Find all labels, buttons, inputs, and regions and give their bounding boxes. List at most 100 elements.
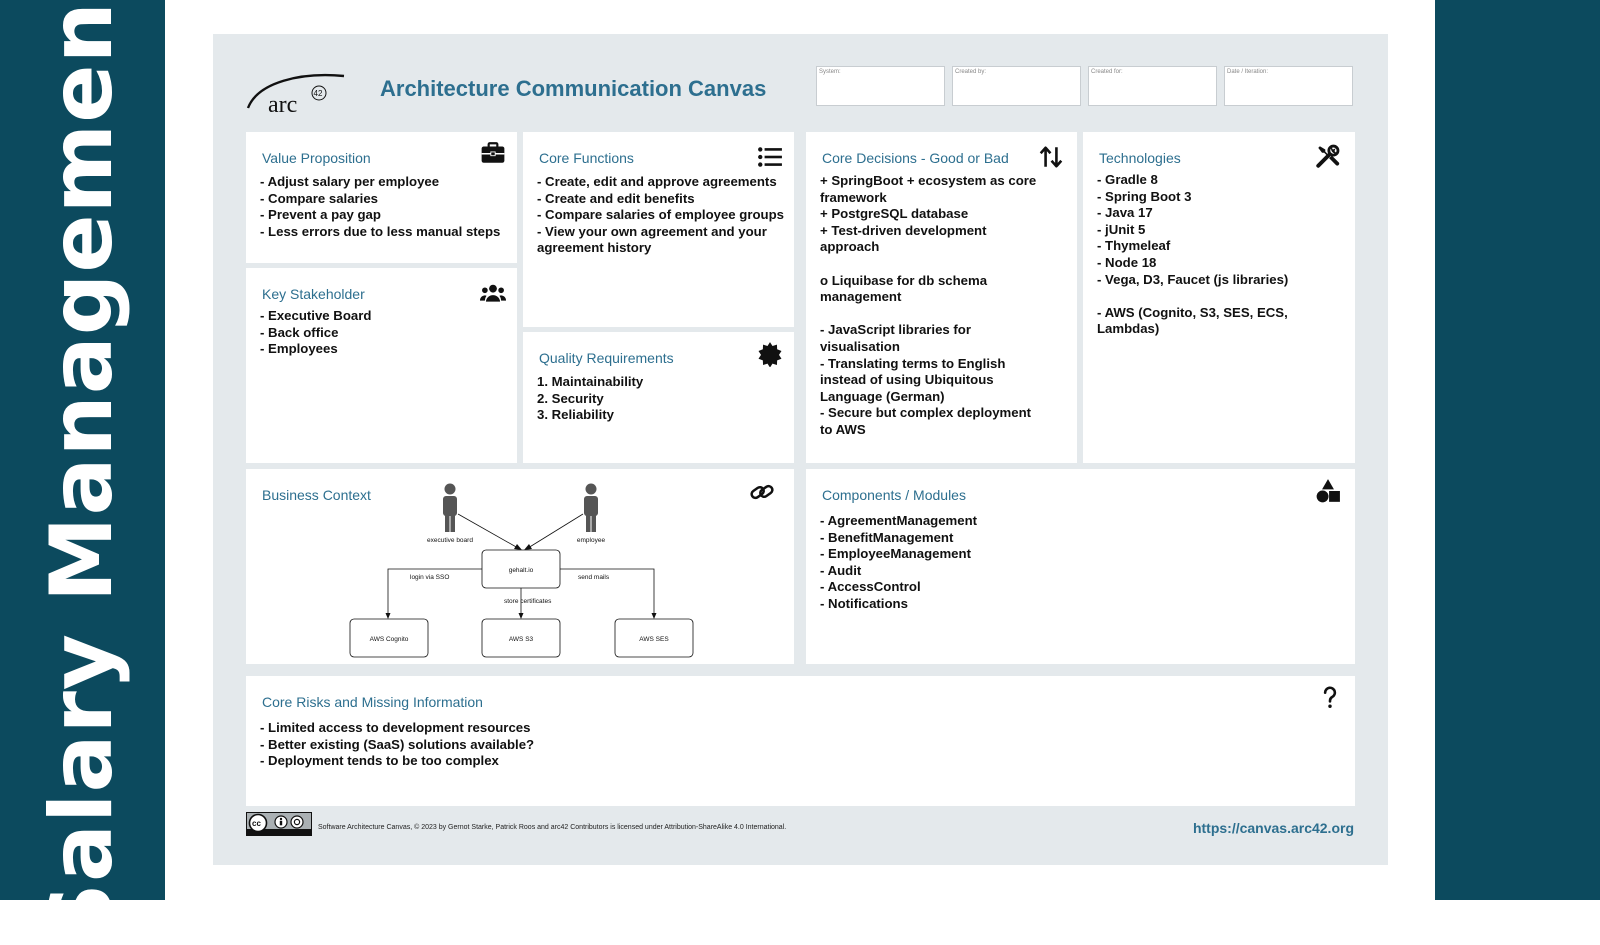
core-risks-list: - Limited access to development resource… [260, 720, 534, 770]
components-list: - AgreementManagement - BenefitManagemen… [820, 513, 977, 613]
list-item: - Gradle 8 [1097, 172, 1158, 187]
actor-label: executive board [427, 537, 473, 544]
list-item: - JavaScript libraries for [820, 322, 971, 338]
list-item: - AgreementManagement [820, 513, 978, 528]
canvas-title: Architecture Communication Canvas [380, 76, 767, 101]
list-item: - Better existing (SaaS) solutions avail… [260, 736, 535, 752]
svg-text:arc: arc [268, 92, 297, 116]
cc-by-sa-icon: cc [246, 812, 312, 836]
badge-icon [758, 342, 782, 367]
card-title: Components / Modules [822, 487, 966, 503]
list-item: - Create, edit and approve agreements [537, 174, 777, 189]
list-item: - Limited access to development resource… [260, 720, 531, 735]
list-item: - AccessControl [820, 579, 921, 595]
list-item: - EmployeeManagement [820, 546, 971, 562]
list-item: visualisation [820, 338, 900, 354]
users-icon [480, 284, 506, 302]
quality-requirements-card: Quality Requirements 1. Maintainability … [523, 332, 794, 463]
list-item: - Executive Board [260, 308, 372, 323]
list-item: - Prevent a pay gap [260, 207, 381, 223]
side-banner: Salary Management [0, 0, 165, 945]
arc42-logo: arc 42 [246, 74, 345, 116]
date-iteration-field[interactable]: Date / Iteration: [1224, 66, 1353, 106]
svg-text:42: 42 [314, 89, 323, 98]
technologies-list: - Gradle 8 - Spring Boot 3 - Java 17 - j… [1097, 172, 1288, 338]
list-item: - Deployment tends to be too complex [260, 753, 499, 769]
edge-label: login via SSO [410, 574, 449, 581]
side-title: Salary Management [32, 0, 132, 945]
system-field[interactable]: System: [816, 66, 945, 106]
list-item [1097, 288, 1288, 305]
executive-board-actor [443, 483, 457, 532]
list-item: - Secure but complex deployment [820, 405, 1032, 421]
list-item: - View your own agreement and your [537, 223, 767, 239]
list-item: - Node 18 [1097, 254, 1157, 270]
list-item: - Thymeleaf [1097, 238, 1171, 254]
right-banner [1435, 0, 1600, 900]
quality-requirements-list: 1. Maintainability 2. Security 3. Reliab… [537, 374, 643, 424]
list-item: agreement history [537, 240, 652, 256]
business-context-card: Business Context executive board employe… [246, 469, 794, 664]
technologies-card: Technologies - Gradle 8 - Spring Boot 3 … [1083, 132, 1355, 463]
list-item [820, 256, 1036, 273]
list-item: - jUnit 5 [1097, 221, 1146, 237]
edge-label: send mails [578, 574, 610, 581]
key-stakeholder-card: Key Stakeholder - Executive Board - Back… [246, 268, 517, 463]
card-title: Core Decisions - Good or Bad [822, 150, 1009, 166]
architecture-canvas: arc 42 Architecture Communication Canvas… [213, 34, 1388, 865]
components-modules-card: Components / Modules - AgreementManageme… [806, 469, 1355, 664]
core-risks-card: Core Risks and Missing Information - Lim… [246, 676, 1355, 806]
list-item: - Compare salaries [260, 190, 379, 206]
list-item: - BenefitManagement [820, 529, 954, 545]
card-title: Core Functions [539, 150, 634, 166]
list-item: - Adjust salary per employee [260, 174, 440, 189]
node-label: AWS S3 [509, 636, 534, 643]
actor-label: employee [577, 537, 606, 544]
list-item: 2. Security [537, 390, 604, 406]
list-item: framework [820, 189, 887, 205]
core-decisions-card: Core Decisions - Good or Bad + SpringBoo… [806, 132, 1077, 463]
created-by-field[interactable]: Created by: [952, 66, 1081, 106]
card-title: Core Risks and Missing Information [262, 694, 483, 710]
business-context-diagram: executive board employee gehalt.io login… [349, 483, 694, 658]
created-for-field[interactable]: Created for: [1088, 66, 1217, 106]
list-item: - Compare salaries of employee groups [537, 207, 784, 223]
list-item: - Employees [260, 341, 338, 357]
created-by-label: Created by: [955, 69, 987, 75]
list-item: Language (German) [820, 388, 945, 404]
created-for-label: Created for: [1091, 69, 1123, 75]
node-label: AWS Cognito [370, 636, 409, 643]
edge-label: store certificates [504, 598, 552, 605]
list-icon [758, 147, 782, 167]
list-item: approach [820, 239, 880, 255]
card-title: Value Proposition [262, 150, 371, 166]
list-item: - AWS (Cognito, S3, SES, ECS, [1097, 304, 1288, 320]
card-title: Technologies [1099, 150, 1181, 166]
briefcase-icon [481, 142, 505, 163]
value-proposition-card: Value Proposition - Adjust salary per em… [246, 132, 517, 263]
date-iteration-label: Date / Iteration: [1227, 69, 1269, 75]
core-decisions-list: + SpringBoot + ecosystem as core framewo… [820, 173, 1036, 439]
list-item: o Liquibase for db schema [820, 272, 988, 288]
svg-text:cc: cc [252, 819, 261, 828]
canvas-link[interactable]: https://canvas.arc42.org [1193, 820, 1354, 836]
list-item: - Audit [820, 562, 862, 578]
list-item: 1. Maintainability [537, 374, 644, 389]
value-proposition-list: - Adjust salary per employee - Compare s… [260, 174, 500, 240]
list-item: to AWS [820, 421, 866, 437]
core-functions-list: - Create, edit and approve agreements - … [537, 174, 784, 257]
list-item: - Spring Boot 3 [1097, 188, 1192, 204]
list-item: - Translating terms to English [820, 355, 1006, 371]
list-item: Lambdas) [1097, 321, 1160, 337]
tools-icon [1316, 144, 1340, 168]
node-label: gehalt.io [509, 567, 534, 574]
key-stakeholder-list: - Executive Board - Back office - Employ… [260, 308, 371, 358]
list-item: 3. Reliability [537, 407, 614, 423]
card-title: Quality Requirements [539, 350, 674, 366]
list-item: - Vega, D3, Faucet (js libraries) [1097, 271, 1289, 287]
card-title: Key Stakeholder [262, 286, 365, 302]
core-functions-card: Core Functions - Create, edit and approv… [523, 132, 794, 327]
node-label: AWS SES [639, 636, 669, 643]
list-item: + SpringBoot + ecosystem as core [820, 173, 1037, 188]
list-item: instead of using Ubiquitous [820, 372, 994, 388]
